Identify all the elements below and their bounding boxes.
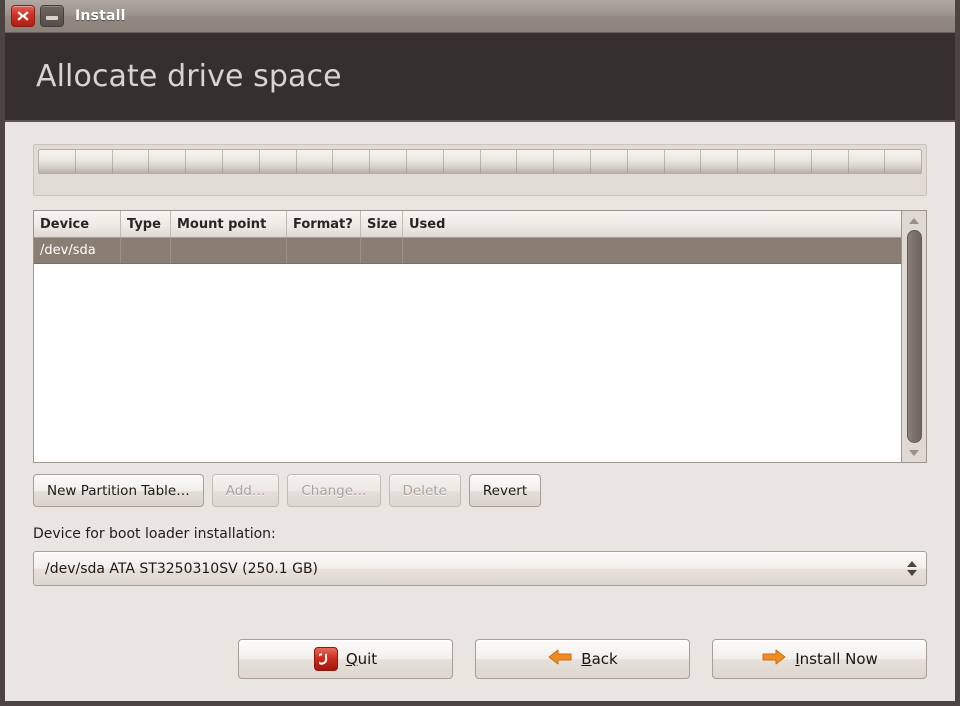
partition-bar-tick [407, 150, 444, 173]
partition-bar-tick [76, 150, 113, 173]
install-accel-key: I [795, 650, 799, 668]
change-button: Change… [287, 474, 380, 507]
install-now-button[interactable]: Install Now [712, 639, 927, 679]
column-header-format[interactable]: Format? [287, 211, 361, 237]
quit-accel-key: Q [346, 650, 358, 668]
partition-bar-tick [481, 150, 518, 173]
minimize-icon[interactable] [40, 5, 64, 27]
partition-bar-tick [444, 150, 481, 173]
partition-bar-tick [628, 150, 665, 173]
page-header: Allocate drive space [5, 33, 955, 122]
partition-bar-tick [812, 150, 849, 173]
back-button[interactable]: Back [475, 639, 690, 679]
power-icon [314, 647, 338, 671]
column-header-mount-point[interactable]: Mount point [171, 211, 287, 237]
window-title: Install [75, 8, 126, 24]
delete-button: Delete [389, 474, 461, 507]
new-partition-table-button[interactable]: New Partition Table… [33, 474, 204, 507]
partition-bar-tick [149, 150, 186, 173]
add-button: Add… [212, 474, 280, 507]
partition-bar-tick [701, 150, 738, 173]
partition-bar-tick [370, 150, 407, 173]
partition-table[interactable]: DeviceTypeMount pointFormat?SizeUsed /de… [33, 210, 901, 463]
scroll-up-arrow-icon[interactable] [903, 213, 925, 228]
table-cell-used [403, 238, 901, 263]
table-header-row: DeviceTypeMount pointFormat?SizeUsed [34, 211, 901, 238]
partition-usage-panel [33, 144, 927, 196]
main-content: DeviceTypeMount pointFormat?SizeUsed /de… [5, 122, 955, 701]
arrow-left-icon [547, 647, 573, 671]
table-cell-device: /dev/sda [34, 238, 121, 263]
partition-bar-tick [223, 150, 260, 173]
title-bar: Install [5, 0, 955, 33]
partition-bar-tick [517, 150, 554, 173]
partition-bar-tick [738, 150, 775, 173]
navigation-bar: Quit Back Install Now [33, 639, 927, 679]
table-cell-type [121, 238, 171, 263]
partition-bar-tick [554, 150, 591, 173]
boot-loader-label: Device for boot loader installation: [33, 526, 927, 542]
partition-bar-tick [333, 150, 370, 173]
partition-bar-tick [885, 150, 921, 173]
scrollbar-thumb[interactable] [907, 230, 922, 443]
back-accel-key: B [581, 650, 591, 668]
vertical-scrollbar[interactable] [901, 210, 927, 463]
scroll-down-arrow-icon[interactable] [903, 445, 925, 460]
partition-bar-tick [665, 150, 702, 173]
page-title: Allocate drive space [36, 59, 342, 94]
boot-loader-device-select[interactable]: /dev/sda ATA ST3250310SV (250.1 GB) [33, 551, 927, 586]
back-button-label: Back [581, 650, 617, 668]
table-cell-size [361, 238, 403, 263]
table-cell-mount-point [171, 238, 287, 263]
partition-table-area: DeviceTypeMount pointFormat?SizeUsed /de… [33, 210, 927, 463]
partition-bar-tick [186, 150, 223, 173]
quit-button[interactable]: Quit [238, 639, 453, 679]
partition-usage-bar[interactable] [38, 149, 922, 174]
column-header-used[interactable]: Used [403, 211, 901, 237]
close-icon[interactable] [11, 5, 35, 27]
partition-bar-tick [849, 150, 886, 173]
partition-bar-tick [113, 150, 150, 173]
partition-bar-tick [39, 150, 76, 173]
updown-arrows-icon[interactable] [904, 561, 920, 576]
table-cell-format [287, 238, 361, 263]
arrow-right-icon [761, 647, 787, 671]
table-empty-space [34, 264, 901, 462]
partition-bar-tick [591, 150, 628, 173]
install-now-button-label: Install Now [795, 650, 878, 668]
partition-bar-tick [260, 150, 297, 173]
table-row[interactable]: /dev/sda [34, 238, 901, 264]
boot-loader-selected-value: /dev/sda ATA ST3250310SV (250.1 GB) [45, 561, 904, 577]
column-header-size[interactable]: Size [361, 211, 403, 237]
column-header-device[interactable]: Device [34, 211, 121, 237]
partition-bar-tick [775, 150, 812, 173]
table-body[interactable]: /dev/sda [34, 238, 901, 264]
install-window: Install Allocate drive space DeviceTypeM… [0, 0, 960, 706]
column-header-type[interactable]: Type [121, 211, 171, 237]
partition-action-buttons: New Partition Table…Add…Change… DeleteRev… [33, 474, 927, 507]
quit-button-label: Quit [346, 650, 377, 668]
partition-bar-tick [297, 150, 334, 173]
revert-button[interactable]: Revert [469, 474, 541, 507]
